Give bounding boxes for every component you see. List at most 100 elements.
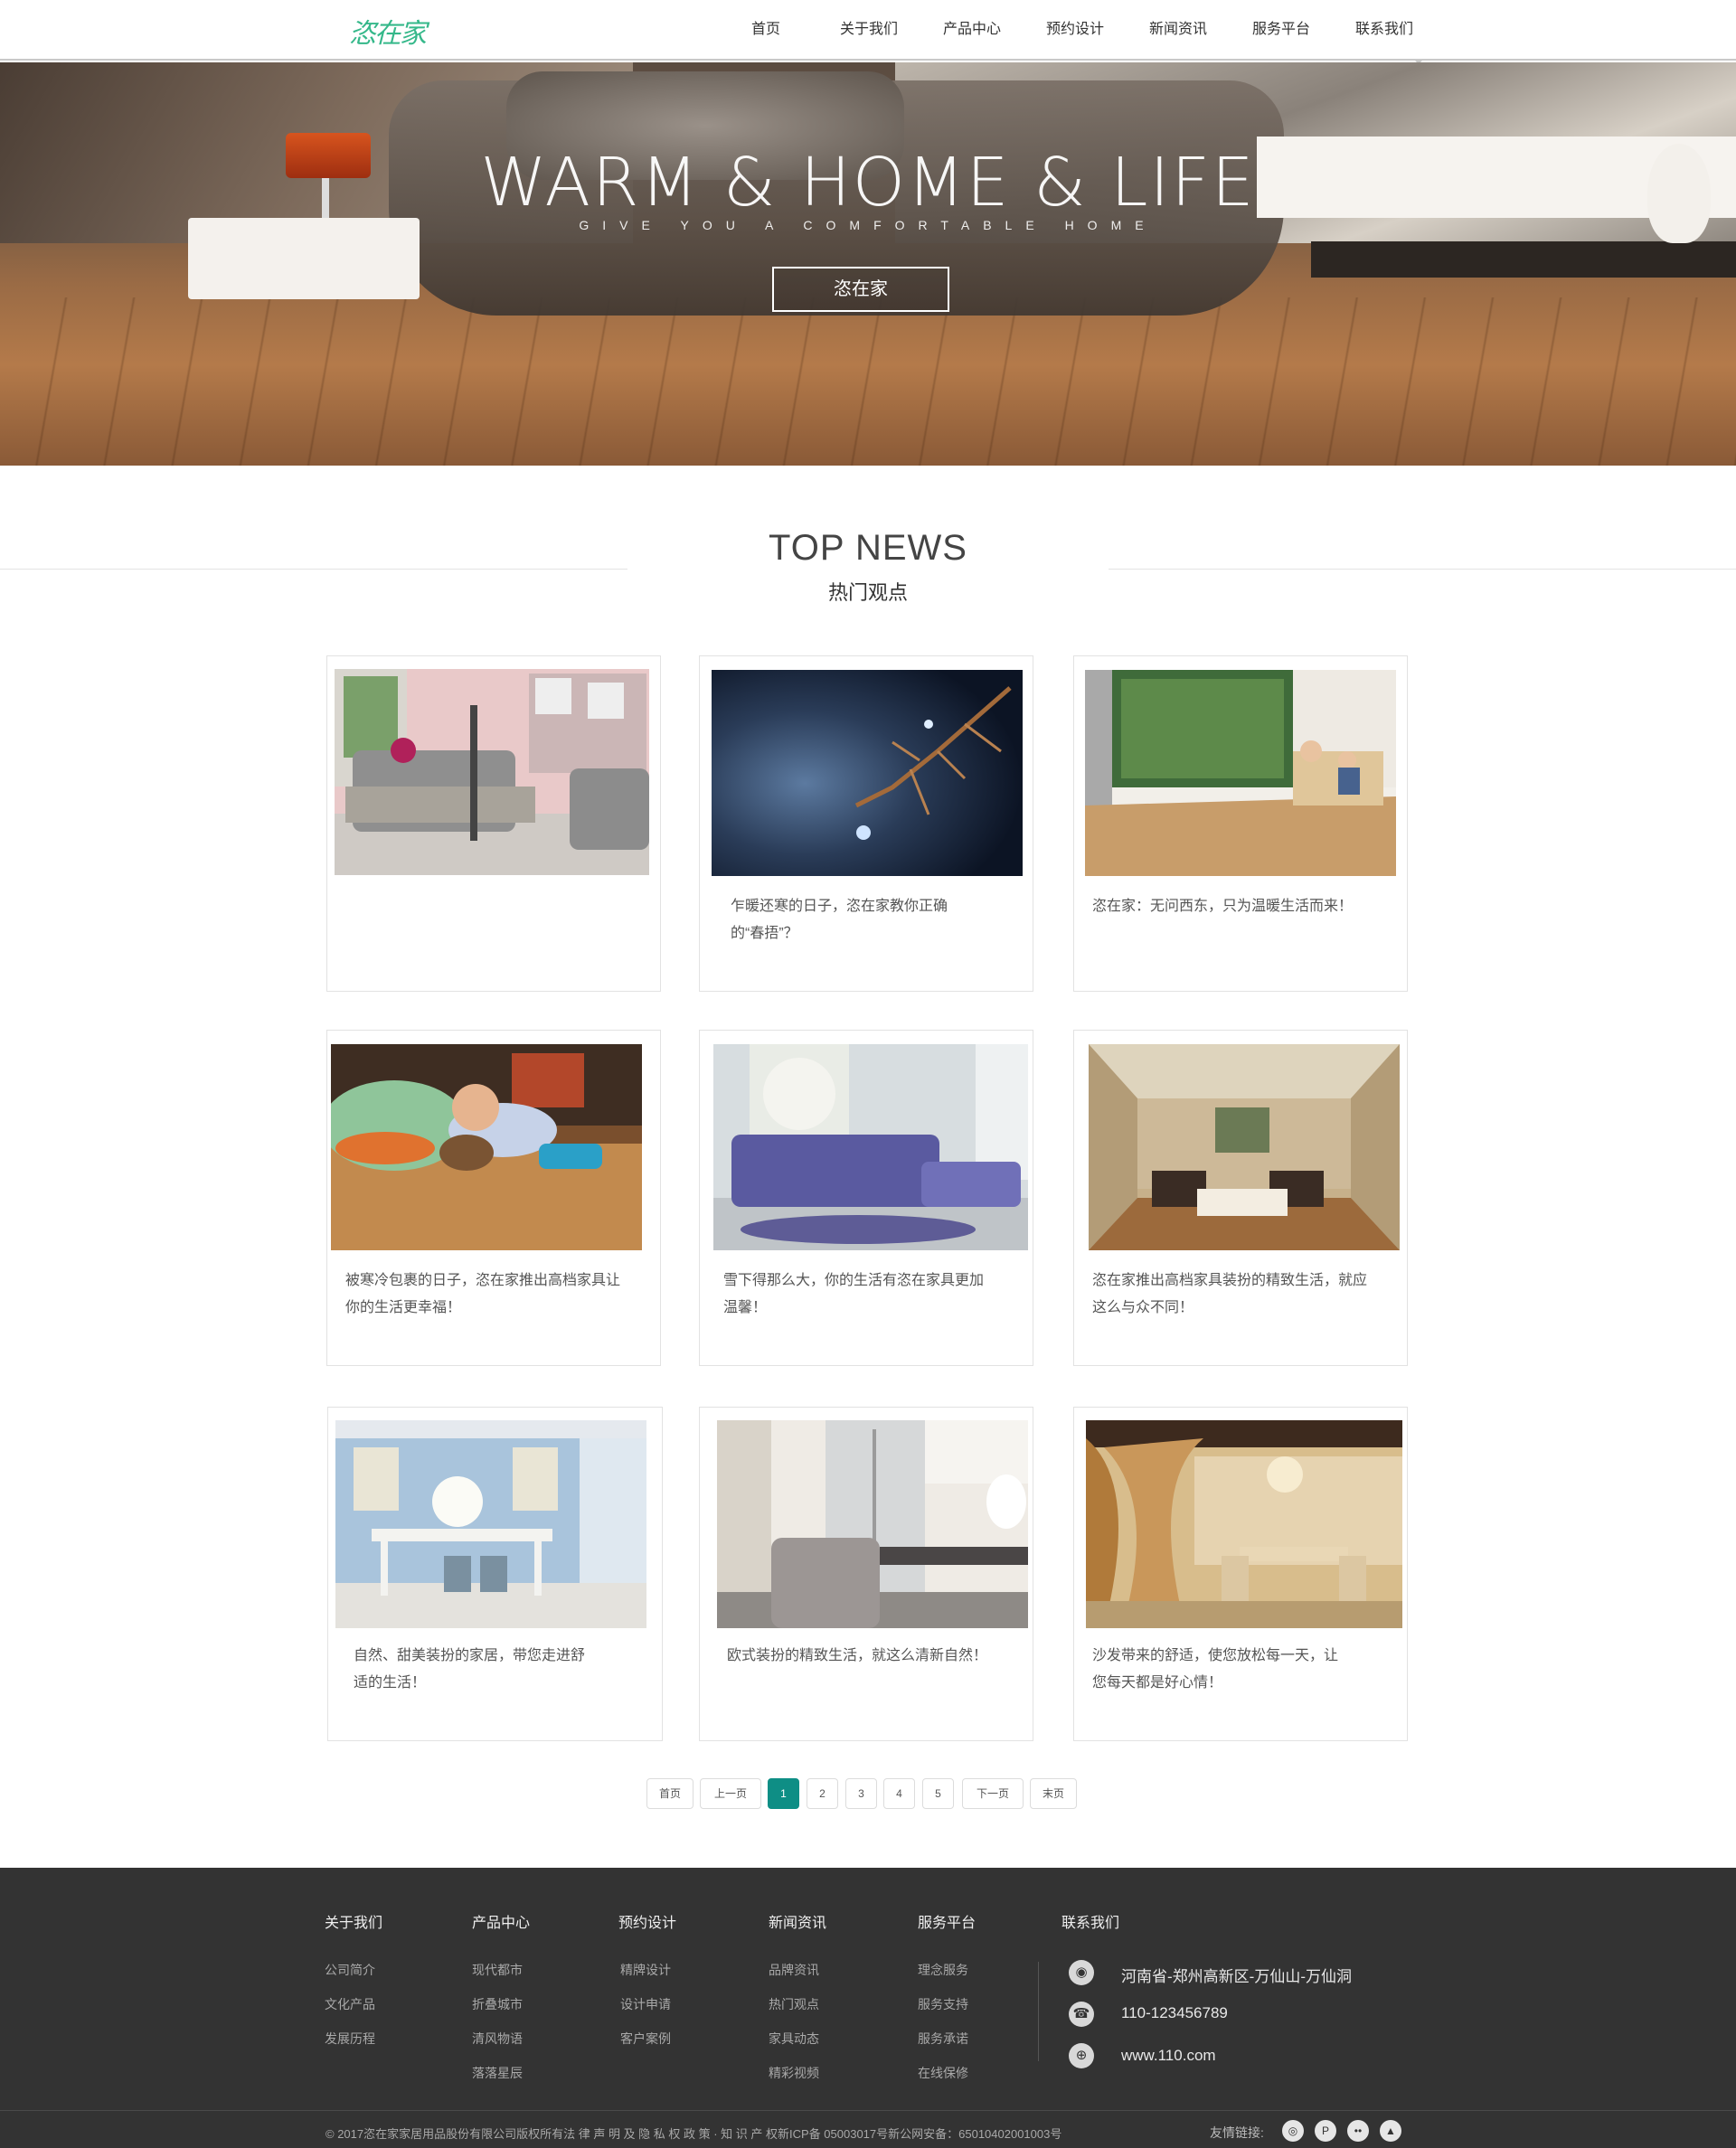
news-card-image[interactable] — [717, 1420, 1028, 1628]
news-card[interactable]: 乍暖还寒的日子，恣在家教你正确 的“春捂”？ — [699, 655, 1033, 992]
news-card[interactable]: 自然、甜美装扮的家居，带您走进舒 适的生活！ — [327, 1407, 663, 1741]
pager-last[interactable]: 末页 — [1030, 1778, 1077, 1809]
family-room-image — [1085, 670, 1396, 876]
news-card[interactable]: 恣在家：无问西东，只为温暖生活而来！ — [1073, 655, 1408, 992]
footer-link[interactable]: 精牌设计 — [620, 1961, 671, 1979]
footer-link[interactable]: 现代都市 — [472, 1961, 523, 1979]
pager-next[interactable]: 下一页 — [962, 1778, 1024, 1809]
news-card[interactable] — [326, 655, 661, 992]
news-card-text-line2: 你的生活更幸福！ — [345, 1300, 462, 1315]
pager-page-5[interactable]: 5 — [922, 1778, 954, 1809]
weibo-icon[interactable]: ◎ — [1282, 2120, 1304, 2142]
banner-floor — [0, 297, 1736, 466]
news-card-image[interactable] — [331, 1044, 642, 1250]
nav-item-service[interactable]: 服务平台 — [1230, 0, 1333, 60]
section-divider-right — [1109, 569, 1736, 570]
pager-first[interactable]: 首页 — [646, 1778, 693, 1809]
footer-link[interactable]: 在线保修 — [918, 2064, 968, 2082]
news-card-image[interactable] — [335, 669, 649, 875]
banner-cta-button[interactable]: 恣在家 — [772, 267, 949, 312]
pager-page-1[interactable]: 1 — [768, 1778, 799, 1809]
footer-link[interactable]: 热门观点 — [769, 1995, 819, 2013]
globe-icon: ⊕ — [1069, 2043, 1094, 2068]
news-card-text-line1: 恣在家：无问西东，只为温暖生活而来！ — [1092, 899, 1354, 914]
location-icon: ◉ — [1069, 1960, 1094, 1985]
pager-page-2[interactable]: 2 — [807, 1778, 838, 1809]
news-card-text-line1: 恣在家推出高档家具装扮的精致生活，就应 — [1092, 1273, 1368, 1288]
footer-col-title-news: 新闻资讯 — [769, 1916, 827, 1931]
news-card-image[interactable] — [335, 1420, 646, 1628]
nav-item-design[interactable]: 预约设计 — [1024, 0, 1127, 60]
living-room-sofa-image — [335, 669, 649, 875]
footer-link[interactable]: 精彩视频 — [769, 2064, 819, 2082]
wechat-icon[interactable]: •• — [1347, 2120, 1369, 2142]
news-card-text-line1: 自然、甜美装扮的家居，带您走进舒 — [354, 1648, 586, 1663]
news-card[interactable]: 沙发带来的舒适，使您放松每一天，让 您每天都是好心情！ — [1073, 1407, 1408, 1741]
pinterest-icon[interactable]: P — [1315, 2120, 1336, 2142]
pager-prev[interactable]: 上一页 — [700, 1778, 761, 1809]
news-card-text-line1: 欧式装扮的精致生活，就这么清新自然！ — [727, 1648, 988, 1663]
qq-icon[interactable]: ▲ — [1380, 2120, 1401, 2142]
footer-col-title-contact: 联系我们 — [1061, 1916, 1120, 1931]
news-card-text-line1: 雪下得那么大，你的生活有恣在家具更加 — [723, 1273, 985, 1288]
main-nav: 首页 关于我们 产品中心 预约设计 新闻资讯 服务平台 联系我们 — [714, 0, 1436, 60]
news-card[interactable]: 欧式装扮的精致生活，就这么清新自然！ — [699, 1407, 1033, 1741]
nav-item-news[interactable]: 新闻资讯 — [1127, 0, 1230, 60]
footer-col-title-products: 产品中心 — [472, 1916, 531, 1931]
footer-link[interactable]: 落落星辰 — [472, 2064, 523, 2082]
footer-link[interactable]: 公司简介 — [325, 1961, 375, 1979]
news-card[interactable]: 被寒冷包裹的日子，恣在家推出高档家具让 你的生活更幸福！ — [326, 1030, 661, 1366]
footer-col-title-design: 预约设计 — [618, 1916, 677, 1931]
news-card[interactable]: 恣在家推出高档家具装扮的精致生活，就应 这么与众不同！ — [1073, 1030, 1408, 1366]
section-title: TOP NEWS — [769, 528, 967, 568]
footer-link[interactable]: 清风物语 — [472, 2030, 523, 2048]
european-dining-image — [1086, 1420, 1402, 1628]
footer-col-title-about: 关于我们 — [325, 1916, 383, 1931]
footer-col-title-service: 服务平台 — [918, 1916, 976, 1931]
news-card-image[interactable] — [712, 670, 1023, 876]
banner-subtitle: GIVE YOU A COMFORTABLE HOME — [579, 218, 1157, 232]
footer-link[interactable]: 理念服务 — [918, 1961, 968, 1979]
nav-item-contact[interactable]: 联系我们 — [1333, 0, 1436, 60]
footer-link[interactable]: 文化产品 — [325, 1995, 375, 2013]
footer-link[interactable]: 发展历程 — [325, 2030, 375, 2048]
nav-item-products[interactable]: 产品中心 — [920, 0, 1024, 60]
section-divider-left — [0, 569, 627, 570]
news-card-image[interactable] — [1089, 1044, 1400, 1250]
grand-living-room-image — [1089, 1044, 1400, 1250]
site-header: 恣在家 首页 关于我们 产品中心 预约设计 新闻资讯 服务平台 联系我们 — [0, 0, 1736, 61]
footer-copyright: © 2017恣在家家居用品股份有限公司版权所有法 律 声 明 及 隐 私 权 政… — [326, 2127, 1062, 2141]
footer-phone: 110-123456789 — [1121, 2004, 1228, 2021]
nav-item-about[interactable]: 关于我们 — [817, 0, 920, 60]
footer-link[interactable]: 家具动态 — [769, 2030, 819, 2048]
footer-link[interactable]: 设计申请 — [620, 1995, 671, 2013]
section-subtitle: 热门观点 — [827, 581, 908, 604]
news-card-text-line1: 被寒冷包裹的日子，恣在家推出高档家具让 — [345, 1273, 621, 1288]
blue-dining-room-image — [335, 1420, 646, 1628]
child-on-floor-image — [331, 1044, 642, 1250]
news-card-image[interactable] — [1085, 670, 1396, 876]
footer-link[interactable]: 折叠城市 — [472, 1995, 523, 2013]
footer-link[interactable]: 服务承诺 — [918, 2030, 968, 2048]
footer-bottom-divider — [0, 2110, 1736, 2111]
footer-address: 河南省-郑州高新区-万仙山-万仙洞 — [1121, 1968, 1352, 1985]
news-card-image[interactable] — [713, 1044, 1028, 1250]
news-card-text-line2: 这么与众不同！ — [1092, 1300, 1194, 1315]
news-card-text-line2: 适的生活！ — [354, 1675, 427, 1691]
pager-page-3[interactable]: 3 — [845, 1778, 877, 1809]
footer-divider — [1038, 1962, 1039, 2061]
news-card-text-line1: 沙发带来的舒适，使您放松每一天，让 — [1092, 1648, 1339, 1663]
footer-link[interactable]: 品牌资讯 — [769, 1961, 819, 1979]
news-card[interactable]: 雪下得那么大，你的生活有恣在家具更加 温馨！ — [699, 1030, 1033, 1366]
footer-link[interactable]: 客户案例 — [620, 2030, 671, 2048]
footer-link[interactable]: 服务支持 — [918, 1995, 968, 2013]
pager-page-4[interactable]: 4 — [883, 1778, 915, 1809]
news-card-image[interactable] — [1086, 1420, 1402, 1628]
hero-banner: WARM & HOME & LIFE GIVE YOU A COMFORTABL… — [0, 62, 1736, 466]
banner-title: WARM & HOME & LIFE — [480, 144, 1256, 221]
nav-item-home[interactable]: 首页 — [714, 0, 817, 60]
site-logo[interactable]: 恣在家 — [349, 11, 427, 51]
frosty-branch-image — [712, 670, 1023, 876]
footer-website[interactable]: www.110.com — [1121, 2047, 1216, 2065]
site-footer — [0, 1868, 1736, 2148]
